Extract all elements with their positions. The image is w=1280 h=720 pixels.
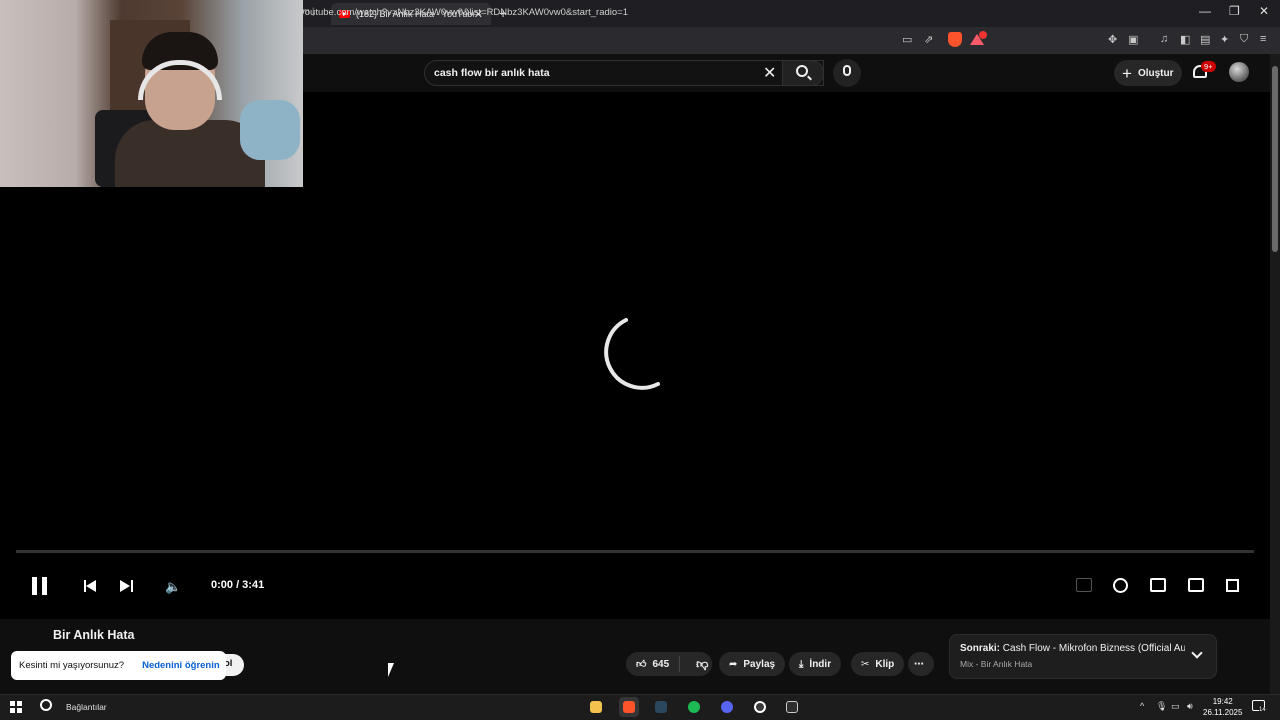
subtitles-icon[interactable] bbox=[1076, 578, 1092, 592]
like-dislike-group: 👍︎ 645 👎︎ bbox=[626, 652, 712, 676]
clear-search-icon[interactable]: ✕ bbox=[763, 63, 776, 83]
taskbar-clock[interactable]: 19:42 26.11.2025 bbox=[1203, 696, 1242, 718]
obs-icon[interactable] bbox=[750, 697, 770, 717]
file-explorer-icon[interactable] bbox=[586, 697, 606, 717]
plus-icon: + bbox=[1122, 63, 1132, 83]
taskbar-search-label[interactable]: Bağlantılar bbox=[66, 702, 107, 712]
share-button[interactable]: ➦ Paylaş bbox=[719, 652, 786, 676]
volume-tray-icon[interactable]: 🔊︎ bbox=[1187, 701, 1193, 712]
clip-button[interactable]: ✂ Klip bbox=[851, 652, 905, 676]
clock-time: 19:42 bbox=[1212, 697, 1233, 706]
microphone-icon bbox=[843, 65, 851, 76]
notification-count: 14 bbox=[1259, 707, 1266, 713]
rewards-badge bbox=[979, 31, 987, 39]
previous-button[interactable] bbox=[84, 580, 97, 592]
like-button[interactable]: 👍︎ 645 bbox=[626, 656, 681, 672]
up-next-line: Sonraki: Cash Flow - Mikrofon Bizness (O… bbox=[960, 643, 1185, 654]
pause-button[interactable] bbox=[32, 577, 48, 595]
cast-icon[interactable] bbox=[1188, 578, 1204, 592]
download-icon: ⤓ bbox=[799, 658, 804, 670]
share-label: Paylaş bbox=[743, 658, 776, 670]
share-page-icon[interactable]: ⇗ bbox=[924, 33, 933, 46]
settings-gear-icon[interactable] bbox=[1113, 578, 1128, 593]
interruption-survey: Kesinti mi yaşıyorsunuz? Nedenini öğreni… bbox=[11, 651, 226, 680]
microphone-tray-icon[interactable]: 🎙︎ bbox=[1156, 701, 1167, 712]
webcam-overlay bbox=[0, 0, 303, 187]
clip-label: Klip bbox=[875, 658, 895, 670]
search-icon bbox=[796, 65, 808, 77]
discord-icon[interactable] bbox=[717, 697, 737, 717]
up-next-title[interactable]: Cash Flow - Mikrofon Bizness (Official A… bbox=[1003, 643, 1185, 654]
scrollbar-thumb[interactable] bbox=[1272, 66, 1278, 252]
restore-button[interactable]: ❐ bbox=[1229, 4, 1240, 18]
extensions-icon[interactable]: ✥ bbox=[1108, 33, 1117, 46]
url-field[interactable]: youtube.com/watch?v=Nbz3KAW0vw0&list=RDN… bbox=[300, 7, 628, 18]
taskbar bbox=[0, 694, 1280, 720]
miniplayer-icon[interactable] bbox=[1150, 578, 1166, 592]
sidebar-icon[interactable]: ◧ bbox=[1180, 33, 1190, 46]
steam-icon[interactable] bbox=[651, 697, 671, 717]
media-icon[interactable]: ♫ bbox=[1160, 33, 1168, 45]
survey-question: Kesinti mi yaşıyorsunuz? bbox=[19, 660, 125, 671]
more-actions-button[interactable]: ⋯ bbox=[908, 652, 934, 676]
spotify-icon[interactable] bbox=[684, 697, 704, 717]
webcam-person-hand bbox=[240, 100, 300, 160]
mouse-cursor-icon bbox=[388, 663, 394, 677]
progress-bar[interactable] bbox=[16, 550, 1254, 553]
next-button[interactable] bbox=[120, 580, 133, 592]
up-next-subtitle: Mix - Bir Anlık Hata bbox=[960, 659, 1033, 669]
share-icon: ➦ bbox=[729, 658, 738, 670]
survey-learn-link[interactable]: Nedenini öğrenin bbox=[142, 660, 220, 671]
download-label: İndir bbox=[809, 658, 832, 670]
loading-spinner-icon bbox=[604, 318, 660, 390]
network-icon[interactable]: ▭ bbox=[1171, 701, 1180, 712]
screen: im | (182) Bir Anlık Hata - YouTube ✕ + … bbox=[0, 0, 1280, 720]
leo-ai-icon[interactable]: ✦ bbox=[1220, 33, 1229, 46]
like-count: 645 bbox=[652, 658, 670, 670]
tray-chevron-icon[interactable]: ^ bbox=[1140, 701, 1144, 711]
fullscreen-icon[interactable] bbox=[1226, 579, 1239, 592]
notification-badge: 9+ bbox=[1201, 61, 1216, 72]
minimize-button[interactable]: — bbox=[1199, 4, 1211, 18]
dislike-button[interactable]: 👎︎ bbox=[686, 657, 718, 672]
vpn-icon[interactable]: ⛉ bbox=[1240, 33, 1248, 46]
thumbs-down-icon: 👎︎ bbox=[696, 656, 709, 671]
clock-date: 26.11.2025 bbox=[1203, 708, 1243, 717]
brave-browser-icon[interactable] bbox=[619, 697, 639, 717]
more-icon: ⋯ bbox=[914, 658, 924, 670]
download-button[interactable]: ⤓ İndir bbox=[789, 652, 842, 676]
up-next-label: Sonraki: bbox=[960, 643, 1001, 654]
windows-start-icon[interactable] bbox=[10, 701, 22, 713]
avatar[interactable] bbox=[1229, 62, 1249, 82]
wallet-panel-icon[interactable]: ▤ bbox=[1200, 33, 1210, 46]
taskbar-search-icon[interactable] bbox=[40, 699, 52, 711]
time-display: 0:00 / 3:41 bbox=[211, 579, 265, 591]
up-next-card[interactable] bbox=[949, 634, 1217, 679]
wallet-icon[interactable]: ▣ bbox=[1128, 33, 1138, 46]
video-title: Bir Anlık Hata bbox=[53, 628, 135, 642]
search-query[interactable]: cash flow bir anlık hata bbox=[434, 67, 550, 79]
volume-icon[interactable]: 🔈 bbox=[165, 579, 181, 595]
brave-shields-icon[interactable] bbox=[948, 32, 962, 47]
thumbs-up-icon: 👍︎ bbox=[636, 659, 647, 670]
epic-games-icon[interactable] bbox=[782, 697, 802, 717]
create-label: Oluştur bbox=[1137, 67, 1174, 79]
scissors-icon: ✂ bbox=[861, 658, 870, 670]
create-button[interactable]: + Oluştur bbox=[1114, 60, 1182, 86]
menu-icon[interactable]: ≡ bbox=[1260, 33, 1266, 45]
close-window-button[interactable]: ✕ bbox=[1259, 4, 1269, 18]
install-app-icon[interactable]: ▭ bbox=[902, 33, 912, 46]
